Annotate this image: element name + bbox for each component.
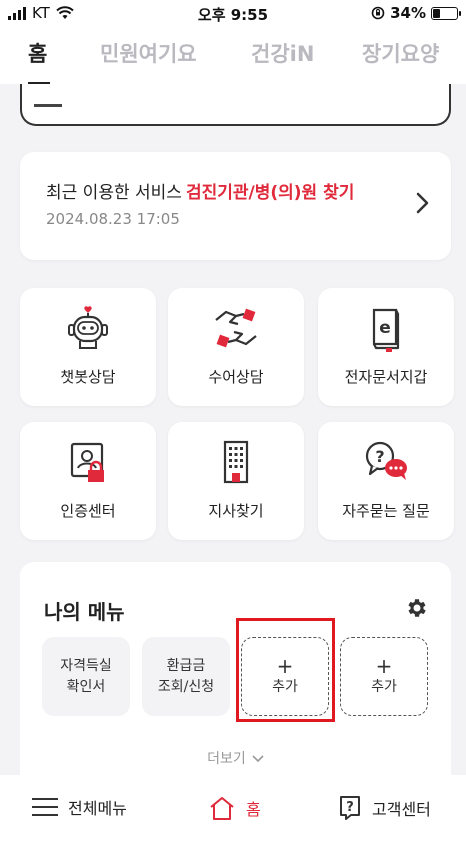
battery-icon — [431, 6, 461, 20]
plus-icon: + — [375, 654, 393, 678]
service-label-find-branch: 지사찾기 — [208, 502, 264, 520]
service-label-sign-language: 수어상담 — [208, 368, 264, 386]
add-menu-button[interactable]: + 추가 — [340, 637, 428, 716]
my-menu-item-refund[interactable]: 환급금 조회/신청 — [142, 637, 230, 716]
add-menu-label: 추가 — [272, 679, 298, 695]
svg-text:?: ? — [346, 800, 354, 815]
service-tile-faq[interactable]: ? 자주묻는 질문 — [318, 422, 454, 540]
nav-customer-center-label: 고객센터 — [372, 800, 431, 819]
my-menu-item-line: 확인서 — [66, 678, 106, 695]
service-tile-sign-language[interactable]: 수어상담 — [168, 288, 304, 406]
plus-icon: + — [276, 654, 294, 678]
nav-customer-center[interactable]: ? 고객센터 — [338, 795, 431, 821]
rotation-lock-icon — [371, 6, 385, 20]
nav-home[interactable]: 홈 — [208, 795, 261, 821]
service-label-chatbot: 챗봇상담 — [60, 368, 116, 386]
certificate-lock-icon — [70, 442, 104, 482]
recent-service-card[interactable]: 최근 이용한 서비스 검진기관/병(의)원 찾기 2024.08.23 17:05 — [20, 152, 451, 260]
tab-health-in[interactable]: 건강iN — [251, 38, 314, 68]
chevron-down-icon — [252, 755, 264, 763]
add-menu-button[interactable]: + 추가 — [241, 637, 329, 716]
service-label-faq: 자주묻는 질문 — [342, 502, 430, 520]
help-question-icon: ? — [340, 796, 360, 820]
tab-home[interactable]: 홈 — [28, 38, 47, 68]
building-icon — [223, 440, 249, 484]
my-menu-item-line: 조회/신청 — [157, 678, 215, 695]
battery-percent: 34% — [390, 4, 426, 22]
service-tile-e-document-wallet[interactable]: e 전자문서지갑 — [318, 288, 454, 406]
service-tile-chatbot[interactable]: 챗봇상담 — [20, 288, 156, 406]
more-label: 더보기 — [207, 751, 246, 767]
tab-civil-service[interactable]: 민원여기요 — [100, 38, 197, 68]
home-icon — [210, 797, 234, 820]
tab-long-term-care[interactable]: 장기요양 — [362, 38, 439, 68]
my-menu-item-line: 환급금 — [166, 657, 206, 674]
nav-all-menu-label: 전체메뉴 — [68, 799, 127, 818]
previous-card — [20, 84, 451, 126]
svg-text:?: ? — [375, 447, 384, 466]
my-menu-title: 나의 메뉴 — [44, 600, 125, 624]
chatbot-icon — [68, 306, 108, 349]
top-tab-bar: 홈 민원여기요 건강iN 장기요양 — [0, 26, 466, 85]
nav-all-menu[interactable]: 전체메뉴 — [32, 795, 127, 819]
gear-icon[interactable] — [405, 596, 429, 620]
recent-service-prefix: 최근 이용한 서비스 — [46, 183, 182, 203]
service-tile-certificate-center[interactable]: 인증센터 — [20, 422, 156, 540]
my-menu-item-line: 자격득실 — [60, 657, 112, 674]
more-button[interactable]: 더보기 — [20, 748, 451, 768]
e-document-wallet-icon: e — [372, 308, 400, 352]
recent-service-datetime: 2024.08.23 17:05 — [46, 210, 180, 228]
status-bar: KT 오후 9:55 34% — [0, 0, 466, 26]
recent-service-title: 최근 이용한 서비스 검진기관/병(의)원 찾기 — [46, 178, 354, 203]
add-menu-label: 추가 — [371, 679, 397, 695]
hamburger-menu-icon — [32, 798, 58, 816]
card-divider — [34, 104, 62, 107]
svg-text:e: e — [379, 318, 391, 338]
faq-bubble-icon: ? — [365, 441, 407, 480]
service-tile-find-branch[interactable]: 지사찾기 — [168, 422, 304, 540]
nav-home-label: 홈 — [246, 800, 261, 819]
service-label-e-document-wallet: 전자문서지갑 — [344, 368, 428, 386]
service-label-certificate-center: 인증센터 — [60, 502, 116, 520]
my-menu-item-qualification[interactable]: 자격득실 확인서 — [42, 637, 130, 716]
sign-language-icon — [215, 308, 257, 348]
recent-service-name: 검진기관/병(의)원 찾기 — [185, 183, 355, 203]
chevron-right-icon — [416, 192, 429, 214]
my-menu-section: 나의 메뉴 자격득실 확인서 환급금 조회/신청 + 추가 + 추가 더보기 — [20, 562, 451, 775]
bottom-navigation: 전체메뉴 홈 ? 고객센터 — [0, 775, 466, 841]
